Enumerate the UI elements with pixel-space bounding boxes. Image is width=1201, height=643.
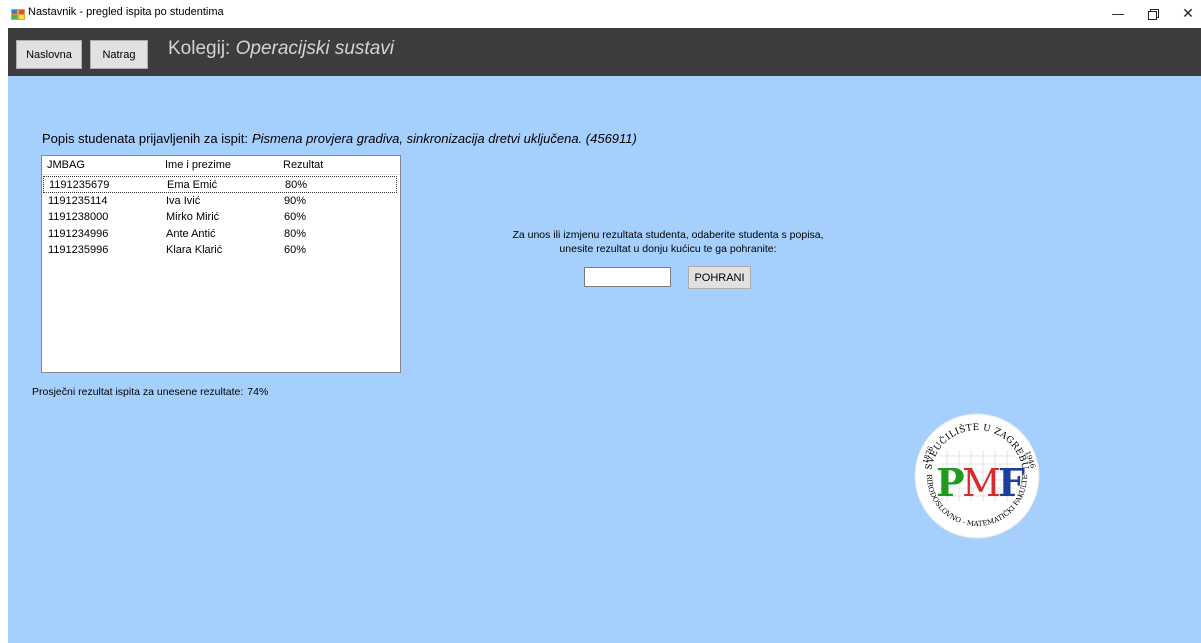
column-header-result[interactable]: Rezultat xyxy=(283,159,323,171)
cell-jmbag: 1191235114 xyxy=(48,194,108,207)
cell-name: Ante Antić xyxy=(166,227,216,240)
course-title: Kolegij: Operacijski sustavi xyxy=(168,38,394,60)
result-input[interactable] xyxy=(584,267,671,287)
exam-name: Pismena provjera gradiva, sinkronizacija… xyxy=(251,131,637,146)
average-result: Prosječni rezultat ispita za unesene rez… xyxy=(32,386,268,398)
cell-name: Mirko Mirić xyxy=(166,211,220,223)
table-row[interactable]: 1191238000 Mirko Mirić 60% xyxy=(43,209,397,226)
column-header-name[interactable]: Ime i prezime xyxy=(165,159,231,171)
course-prefix: Kolegij: xyxy=(168,38,231,59)
cell-result: 80% xyxy=(285,179,308,191)
table-row[interactable]: 1191235996 Klara Klarić 60% xyxy=(43,242,397,259)
course-name: Operacijski sustavi xyxy=(235,38,394,59)
pmf-logo: SVEUČILIŠTE U ZAGREBU PRIRODOSLOVNO - MA… xyxy=(913,406,1040,539)
window-title: Nastavnik - pregled ispita po studentima xyxy=(28,6,224,18)
close-button[interactable]: ✕ xyxy=(1173,0,1201,28)
restore-icon xyxy=(1147,8,1159,20)
exam-heading: Popis studenata prijavljenih za ispit: Pi… xyxy=(42,131,637,146)
cell-result: 60% xyxy=(284,244,307,256)
cell-name: Klara Klarić xyxy=(166,244,223,256)
logo-letter-m: M xyxy=(962,461,1001,505)
minimize-button[interactable]: — xyxy=(1103,0,1133,28)
logo-letter-p: P xyxy=(936,460,965,505)
app-icon xyxy=(11,9,25,20)
students-list-label: Popis studenata prijavljenih za ispit: xyxy=(42,131,248,146)
main-panel: Popis studenata prijavljenih za ispit: Pi… xyxy=(8,76,1201,643)
cell-jmbag: 1191234996 xyxy=(48,227,109,240)
table-row[interactable]: 1191234996 Ante Antić 80% xyxy=(43,226,397,243)
instruction-line-1: Za unos ili izmjenu rezultata studenta, … xyxy=(512,229,824,241)
cell-jmbag: 1191235679 xyxy=(49,179,110,191)
home-button[interactable]: Naslovna xyxy=(16,40,82,69)
header-bar: Naslovna Natrag Kolegij: Operacijski sus… xyxy=(8,28,1201,76)
table-row[interactable]: 1191235679 Ema Emić 80% xyxy=(43,176,397,193)
table-row[interactable]: 1191235114 Iva Ivić 90% xyxy=(43,193,397,210)
entry-instructions: Za unos ili izmjenu rezultata studenta, … xyxy=(483,228,853,256)
students-listview[interactable]: JMBAG Ime i prezime Rezultat 1191235679 E… xyxy=(41,155,401,373)
back-button[interactable]: Natrag xyxy=(90,40,148,69)
cell-name: Ema Emić xyxy=(167,179,218,191)
cell-result: 60% xyxy=(284,211,307,223)
cell-jmbag: 1191238000 xyxy=(48,211,109,223)
maximize-button[interactable] xyxy=(1138,0,1168,28)
listview-header: JMBAG Ime i prezime Rezultat xyxy=(42,156,400,175)
cell-result: 80% xyxy=(284,227,307,240)
window-titlebar: Nastavnik - pregled ispita po studentima… xyxy=(0,0,1201,28)
logo-letter-f: F xyxy=(998,460,1025,505)
save-button[interactable]: POHRANI xyxy=(688,266,751,289)
cell-name: Iva Ivić xyxy=(166,194,201,207)
instruction-line-2: unesite rezultat u donju kućicu te ga po… xyxy=(559,243,777,255)
cell-result: 90% xyxy=(284,194,307,207)
cell-jmbag: 1191235996 xyxy=(48,244,109,256)
column-header-jmbag[interactable]: JMBAG xyxy=(47,159,85,171)
average-label: Prosječni rezultat ispita za unesene rez… xyxy=(32,386,244,398)
average-value: 74% xyxy=(247,386,269,398)
